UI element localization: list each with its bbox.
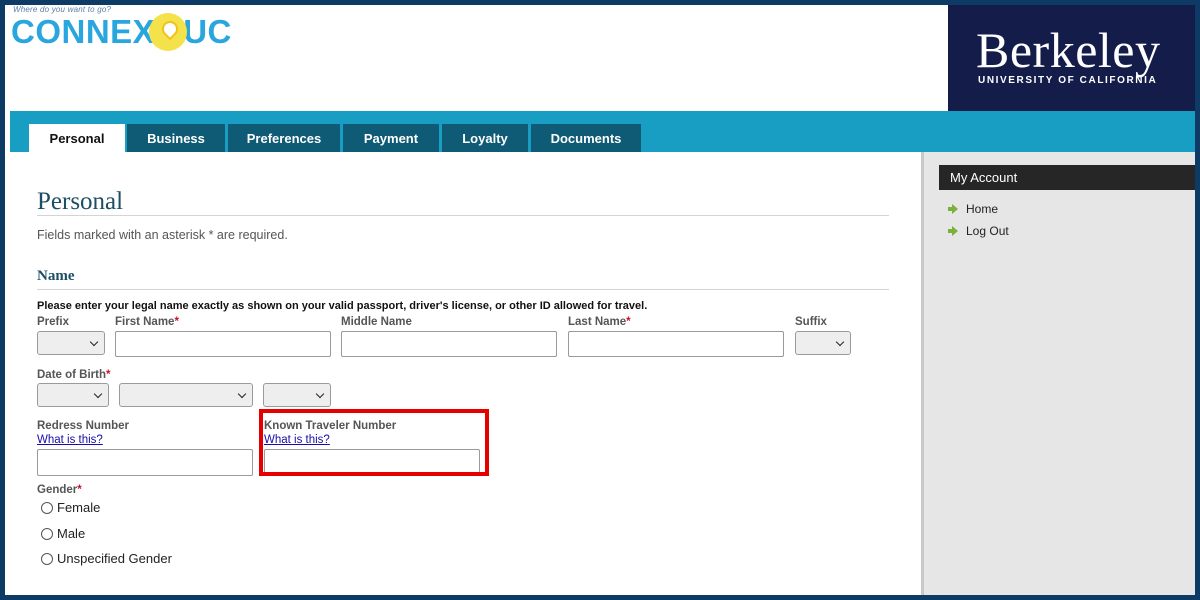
berkeley-name: Berkeley: [976, 22, 1161, 78]
prefix-select[interactable]: [37, 331, 105, 355]
name-instructions: Please enter your legal name exactly as …: [37, 300, 648, 312]
logo-text-right: UC: [183, 13, 232, 50]
prefix-label: Prefix: [37, 316, 69, 328]
arrow-right-icon: [948, 204, 958, 214]
dob-year-select[interactable]: [263, 383, 331, 407]
chevron-down-icon: [93, 389, 103, 399]
required-note: Fields marked with an asterisk * are req…: [37, 228, 288, 242]
radio-button[interactable]: [41, 527, 53, 540]
berkeley-logo: Berkeley UNIVERSITY OF CALIFORNIA: [948, 5, 1195, 111]
tab-payment[interactable]: Payment: [343, 124, 439, 152]
radio-button[interactable]: [41, 552, 53, 565]
profile-tab-bar: Personal Business Preferences Payment Lo…: [10, 111, 1195, 152]
chevron-down-icon: [89, 337, 99, 347]
tab-preferences[interactable]: Preferences: [228, 124, 340, 152]
chevron-down-icon: [237, 389, 247, 399]
last-name-input[interactable]: [568, 331, 784, 357]
main-content: Personal Fields marked with an asterisk …: [10, 152, 921, 595]
dob-label: Date of Birth*: [37, 369, 111, 381]
first-name-input[interactable]: [115, 331, 331, 357]
first-name-label: First Name*: [115, 316, 179, 328]
tab-business[interactable]: Business: [127, 124, 225, 152]
suffix-label: Suffix: [795, 316, 827, 328]
chevron-down-icon: [835, 337, 845, 347]
gender-option-male[interactable]: Male: [41, 526, 85, 541]
account-sidebar: My Account Home Log Out: [921, 152, 1195, 595]
dob-day-select[interactable]: [119, 383, 253, 407]
last-name-label: Last Name*: [568, 316, 631, 328]
tab-documents[interactable]: Documents: [531, 124, 641, 152]
chevron-down-icon: [315, 389, 325, 399]
gender-option-female[interactable]: Female: [41, 500, 100, 515]
tab-personal[interactable]: Personal: [29, 124, 125, 152]
section-title-name: Name: [37, 268, 75, 284]
suffix-select[interactable]: [795, 331, 851, 355]
sidebar-item-logout[interactable]: Log Out: [948, 224, 1009, 238]
page-frame: Where do you want to go? CONNEX UC Berke…: [5, 5, 1195, 595]
sidebar-item-home[interactable]: Home: [948, 202, 998, 216]
dob-month-select[interactable]: [37, 383, 109, 407]
page-title: Personal: [37, 188, 124, 215]
middle-name-input[interactable]: [341, 331, 557, 357]
ktn-highlight-box: [259, 409, 489, 476]
berkeley-subtitle: UNIVERSITY OF CALIFORNIA: [978, 75, 1158, 86]
redress-input[interactable]: [37, 449, 253, 476]
redress-help-link[interactable]: What is this?: [37, 434, 103, 446]
location-pin-icon: [149, 13, 188, 51]
logo-wordmark: CONNEX UC: [11, 13, 232, 51]
section-divider: [37, 289, 889, 290]
tab-loyalty[interactable]: Loyalty: [442, 124, 528, 152]
arrow-right-icon: [948, 226, 958, 236]
sidebar-title: My Account: [939, 165, 1195, 190]
connexuc-logo[interactable]: Where do you want to go? CONNEX UC: [11, 5, 241, 65]
gender-option-unspecified[interactable]: Unspecified Gender: [41, 551, 172, 566]
title-divider: [37, 215, 889, 216]
redress-label: Redress Number: [37, 420, 130, 432]
logo-text-left: CONNEX: [11, 13, 156, 50]
radio-button[interactable]: [41, 501, 53, 514]
gender-label: Gender*: [37, 484, 82, 496]
middle-name-label: Middle Name: [341, 316, 412, 328]
